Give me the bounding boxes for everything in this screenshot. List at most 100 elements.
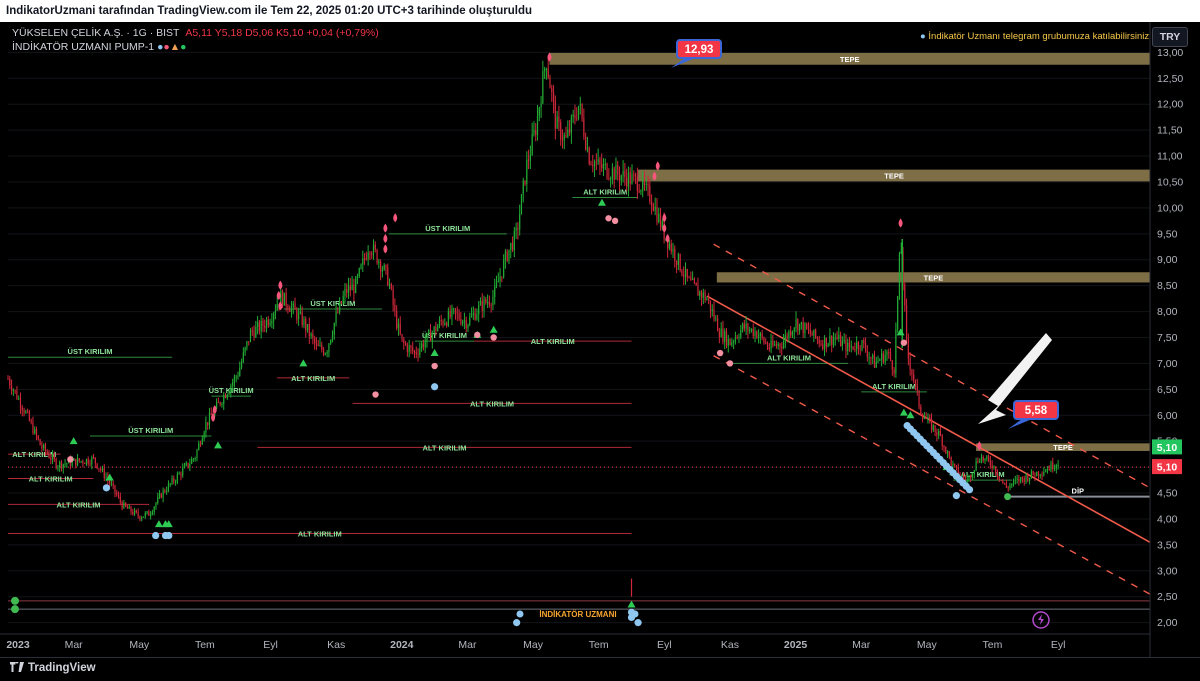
candle-body [203, 432, 205, 439]
candle-body [465, 319, 467, 329]
time-tick-label: 2023 [6, 639, 30, 651]
candle-body [791, 331, 794, 336]
candle-body [987, 456, 990, 461]
candle-body [174, 481, 177, 483]
price-axis[interactable]: 2,002,503,003,504,004,505,005,506,006,50… [1149, 22, 1183, 657]
time-axis[interactable]: 2023 Mar May Tem Eyl Kas 2024 Mar May Tem Eyl Kas 20… [0, 633, 1150, 651]
time-tick-label: Kas [327, 639, 345, 651]
candle-body [929, 417, 931, 419]
candle-body [388, 284, 391, 286]
time-tick-label: Mar [458, 639, 477, 651]
candle-body [973, 470, 975, 475]
candle-body [1043, 472, 1045, 475]
break-level-label: ALT KIRILIM [531, 337, 575, 346]
candle-body [322, 349, 325, 355]
candle-body [508, 249, 510, 261]
candle-body [845, 339, 847, 352]
candle-body [879, 359, 881, 361]
price-tick-label: 12,00 [1157, 99, 1183, 111]
candle-body [927, 417, 929, 420]
candle-body [634, 174, 637, 177]
candle-body [925, 417, 927, 420]
candle-body [281, 290, 284, 306]
candle-body [32, 422, 34, 434]
price-tick-label: 2,00 [1157, 617, 1178, 629]
candle-body [192, 458, 195, 460]
candle-body [353, 284, 355, 293]
candle-body [339, 301, 341, 313]
break-level-label: ÜST KIRILIM [68, 347, 113, 356]
time-tick-label: 2024 [390, 639, 414, 651]
candle-body [476, 314, 478, 320]
time-tick-label: Mar [65, 639, 84, 651]
candle-body [315, 343, 318, 345]
lightning-glyph [1038, 614, 1044, 625]
candle-body [517, 227, 519, 230]
candle-body [285, 292, 287, 307]
candle-body [702, 292, 704, 298]
candle-body [76, 458, 79, 466]
candle-body [133, 510, 136, 515]
candle-body [795, 319, 797, 328]
candle-body [567, 129, 569, 137]
candle-body [840, 334, 842, 347]
candle-body [740, 329, 742, 338]
candle-body [914, 380, 917, 384]
price-tick-label: 9,50 [1157, 228, 1178, 240]
pink-signal-marker [611, 217, 619, 225]
candle-body [970, 475, 972, 478]
candle-body [201, 438, 203, 445]
candle-body [260, 320, 262, 332]
pink-signal-marker [900, 339, 908, 346]
candle-body [440, 320, 442, 322]
price-callout-label: 12,93 [685, 44, 714, 56]
candle-body [157, 497, 159, 503]
candle-body [838, 334, 840, 340]
candle-body [585, 136, 587, 150]
candle-body [153, 506, 155, 513]
candle-body [21, 407, 23, 411]
candle-body [198, 443, 200, 450]
candle-body [820, 343, 822, 345]
candle-body [112, 483, 114, 486]
candle-body [510, 242, 512, 250]
candle-body [923, 417, 925, 419]
candle-body [253, 331, 255, 338]
pink-signal-marker [431, 362, 438, 370]
candle-body [437, 326, 439, 332]
candle-body [913, 374, 915, 381]
candle-body [9, 379, 11, 386]
candle-body [588, 148, 590, 165]
candle-body [187, 462, 189, 467]
candle-body [870, 357, 872, 359]
bubble-signal-marker [952, 492, 960, 500]
price-chart[interactable]: TEPETEPETEPETEPE ÜST KIRILIMÜST KIRILIMÜ… [0, 22, 1200, 657]
candle-body [481, 300, 483, 311]
candle-body [825, 337, 827, 347]
candle-body [1053, 468, 1056, 470]
candle-body [818, 339, 820, 344]
candle-body [387, 267, 389, 286]
break-level-label: ALT KIRILIM [291, 374, 335, 383]
candle-body [463, 319, 466, 322]
time-tick-label: Eyl [657, 639, 672, 651]
candle-body [191, 459, 193, 464]
candle-body [233, 376, 236, 383]
candle-body [264, 325, 266, 328]
candle-body [166, 490, 168, 492]
candle-body [35, 428, 38, 436]
candle-body [303, 318, 305, 326]
candle-body [1055, 465, 1057, 469]
bubble-signal-marker [165, 531, 173, 540]
candle-body [392, 288, 394, 305]
candle-body [1004, 482, 1006, 485]
candle-body [606, 163, 608, 178]
candle-body [718, 331, 720, 337]
candle-body [426, 332, 428, 342]
candle-body [92, 457, 95, 459]
candle-body [859, 348, 861, 350]
candle-body [556, 116, 558, 129]
candle-body [380, 261, 382, 272]
candle-body [48, 453, 50, 458]
candle-body [934, 425, 936, 433]
